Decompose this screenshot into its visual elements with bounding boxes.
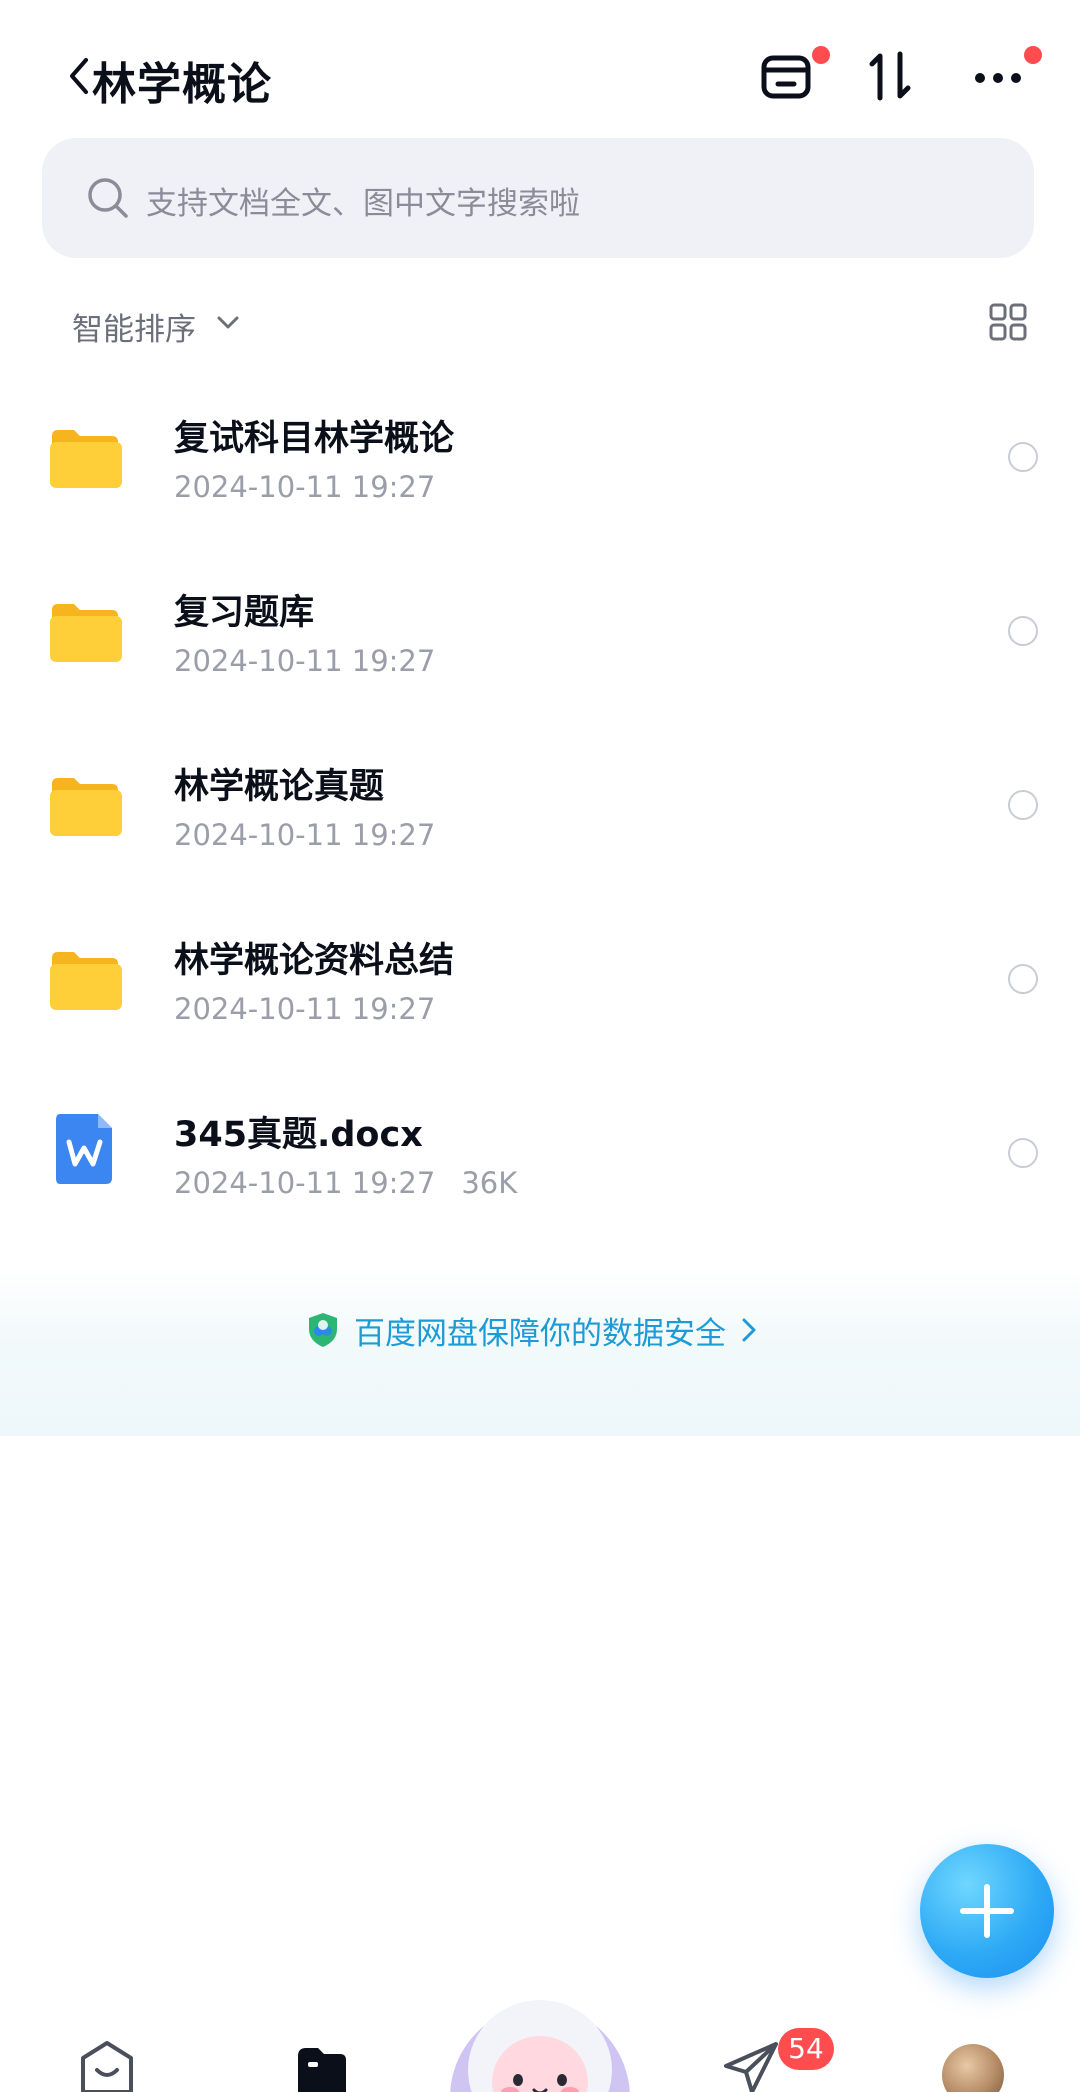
file-list: 复试科目林学概论 2024-10-11 19:27 复习题库 2024-10-1… bbox=[0, 372, 1080, 1242]
select-checkbox[interactable] bbox=[1008, 616, 1038, 646]
word-doc-icon bbox=[56, 1114, 112, 1184]
search-icon bbox=[88, 178, 128, 218]
file-row[interactable]: 林学概论资料总结 2024-10-11 19:27 bbox=[0, 894, 1080, 1068]
folder-icon bbox=[50, 604, 122, 662]
tray-icon[interactable] bbox=[756, 44, 820, 108]
file-row[interactable]: 345真题.docx 2024-10-11 19:27 36K bbox=[0, 1068, 1080, 1242]
file-meta: 2024-10-11 19:27 bbox=[174, 992, 435, 1026]
file-name: 林学概论资料总结 bbox=[174, 941, 455, 981]
search-placeholder: 支持文档全文、图中文字搜索啦 bbox=[146, 186, 580, 222]
security-link[interactable]: 百度网盘保障你的数据安全 bbox=[306, 1308, 760, 1352]
file-row[interactable]: 林学概论真题 2024-10-11 19:27 bbox=[0, 720, 1080, 894]
file-name: 345真题.docx bbox=[174, 1115, 423, 1155]
file-meta: 2024-10-11 19:27 bbox=[174, 470, 435, 504]
transfer-icon[interactable] bbox=[862, 44, 926, 108]
page-title: 林学概论 bbox=[92, 59, 272, 110]
top-bar: 林学概论 bbox=[0, 0, 1080, 140]
search-bar[interactable]: 支持文档全文、图中文字搜索啦 bbox=[42, 138, 1034, 258]
sort-button[interactable]: 智能排序 bbox=[72, 304, 196, 349]
folder-icon bbox=[50, 430, 122, 488]
file-date: 2024-10-11 19:27 bbox=[174, 470, 436, 504]
file-name: 复试科目林学概论 bbox=[174, 419, 455, 459]
grid-view-icon[interactable] bbox=[988, 302, 1028, 342]
file-row[interactable]: 复习题库 2024-10-11 19:27 bbox=[0, 546, 1080, 720]
file-meta: 2024-10-11 19:27 bbox=[174, 644, 435, 678]
send-icon[interactable] bbox=[722, 2040, 780, 2092]
mascot-icon bbox=[450, 2000, 630, 2092]
file-size: 36K bbox=[461, 1166, 518, 1200]
plus-icon bbox=[960, 1884, 1014, 1938]
select-checkbox[interactable] bbox=[1008, 964, 1038, 994]
file-date: 2024-10-11 19:27 bbox=[174, 992, 436, 1026]
back-icon[interactable] bbox=[62, 52, 94, 100]
folder-icon bbox=[50, 778, 122, 836]
sort-bar: 智能排序 bbox=[0, 290, 1080, 360]
security-text: 百度网盘保障你的数据安全 bbox=[354, 1315, 726, 1352]
file-meta: 2024-10-11 19:27 36K bbox=[174, 1166, 517, 1200]
select-checkbox[interactable] bbox=[1008, 442, 1038, 472]
select-checkbox[interactable] bbox=[1008, 1138, 1038, 1168]
shield-icon bbox=[309, 1313, 337, 1347]
select-checkbox[interactable] bbox=[1008, 790, 1038, 820]
files-tab-icon[interactable] bbox=[294, 2044, 350, 2092]
folder-icon bbox=[50, 952, 122, 1010]
file-date: 2024-10-11 19:27 bbox=[174, 644, 436, 678]
chevron-right-icon bbox=[742, 1318, 756, 1342]
security-banner: 百度网盘保障你的数据安全 bbox=[0, 1270, 1080, 1436]
file-name: 复习题库 bbox=[174, 593, 315, 633]
notification-dot bbox=[1024, 46, 1042, 64]
file-row[interactable]: 复试科目林学概论 2024-10-11 19:27 bbox=[0, 372, 1080, 546]
file-date: 2024-10-11 19:27 bbox=[174, 1166, 436, 1200]
file-date: 2024-10-11 19:27 bbox=[174, 818, 436, 852]
assistant-mascot[interactable] bbox=[446, 1986, 634, 2092]
file-name: 林学概论真题 bbox=[174, 767, 385, 807]
more-icon[interactable] bbox=[968, 44, 1032, 108]
message-badge: 54 bbox=[778, 2028, 834, 2070]
notification-dot bbox=[812, 46, 830, 64]
file-meta: 2024-10-11 19:27 bbox=[174, 818, 435, 852]
home-icon[interactable] bbox=[78, 2040, 136, 2092]
chevron-down-icon[interactable] bbox=[214, 308, 242, 336]
add-button[interactable] bbox=[920, 1844, 1054, 1978]
